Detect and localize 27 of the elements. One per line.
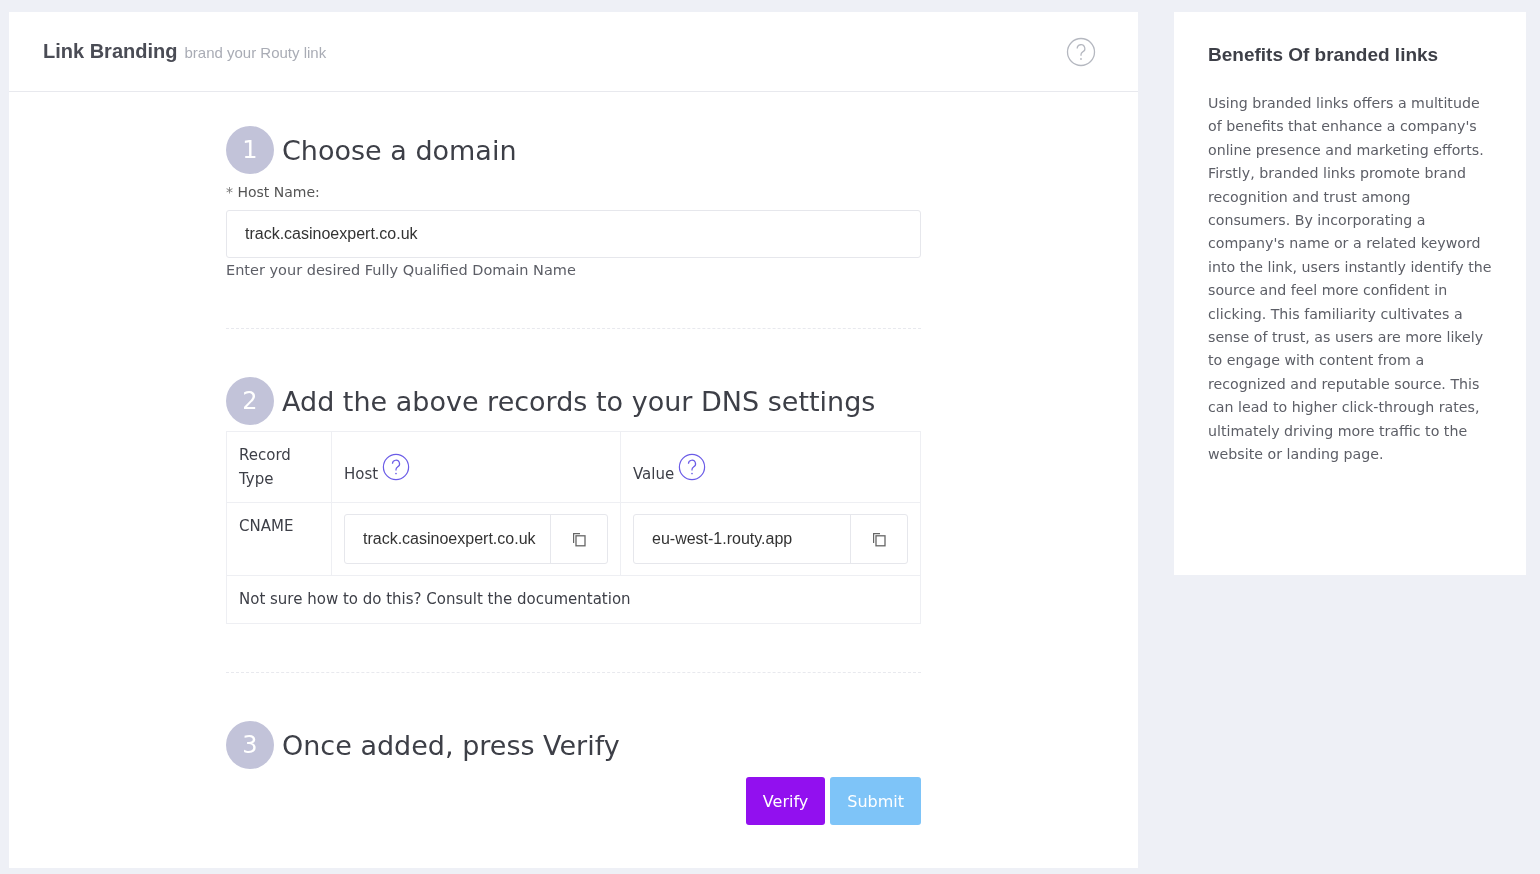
record-value-field[interactable]: eu-west-1.routy.app — [633, 514, 908, 564]
column-header: Record Type — [239, 445, 292, 490]
step-number: 2 — [226, 377, 274, 425]
copy-icon — [871, 531, 887, 547]
help-icon[interactable] — [678, 453, 707, 481]
help-icon[interactable] — [1066, 36, 1096, 67]
host-name-field[interactable]: track.casinoexpert.co.uk — [226, 210, 921, 258]
column-header: Host — [344, 465, 379, 483]
host-value-field[interactable]: track.casinoexpert.co.uk — [344, 514, 608, 564]
step-title: Add the above records to your DNS settings — [282, 385, 876, 417]
card-title: Benefits Of branded links — [1208, 44, 1440, 66]
column-header: Value — [633, 465, 675, 483]
step-title: Choose a domain — [282, 134, 517, 166]
card-text: Using branded links offers a multitude of benefits that enhance a company's online presence and marketing efforts. Firstly, branded links promote brand recognition and trust among consumers. By incorporating a company's name or a related keyword into the link, users instantly identify the source and feel more confident in clicking. This familiarity cultivates a sense of trust, as users are more likely to engage with content from a recognized and reputable source. This can lead to higher click-through rates, ultimately driving more traffic to the website or landing page. — [1208, 94, 1493, 465]
step-title: Once added, press Verify — [282, 729, 620, 761]
field-label: Host Name: — [237, 184, 320, 200]
copy-icon — [571, 531, 587, 547]
page-subtitle: brand your Routy link — [184, 44, 327, 61]
help-text: Not sure how to do this? Consult the documentation — [239, 590, 631, 608]
required-mark: * — [226, 184, 233, 200]
field-hint: Enter your desired Fully Qualified Domain Name — [226, 262, 577, 278]
step-number: 1 — [226, 126, 274, 174]
page-title: Link Branding — [43, 40, 178, 63]
step-number: 3 — [226, 721, 274, 769]
help-icon[interactable] — [382, 453, 411, 481]
record-type: CNAME — [239, 517, 294, 535]
verify-button[interactable]: Verify — [745, 777, 826, 825]
